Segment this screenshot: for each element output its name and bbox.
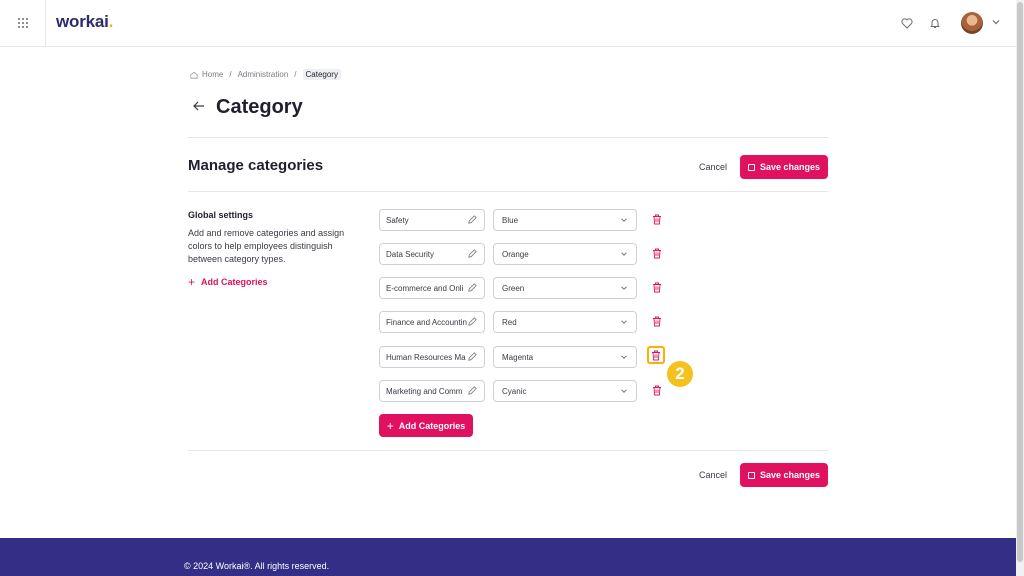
- avatar[interactable]: [961, 12, 983, 34]
- plus-icon: +: [188, 275, 196, 289]
- breadcrumb: Home / Administration / Category: [190, 69, 341, 80]
- color-select[interactable]: Green: [493, 277, 637, 299]
- page-title: Category: [216, 96, 303, 118]
- delete-category-button-highlighted[interactable]: [647, 346, 665, 364]
- add-categories-link[interactable]: + Add Categories: [188, 275, 268, 289]
- cancel-button[interactable]: Cancel: [699, 162, 727, 172]
- breadcrumb-separator: /: [229, 70, 232, 79]
- color-select[interactable]: Orange: [493, 243, 637, 265]
- trash-icon: [653, 282, 661, 292]
- pencil-icon[interactable]: [467, 316, 478, 327]
- save-icon: [747, 163, 755, 171]
- trash-icon: [653, 248, 661, 258]
- back-arrow-icon[interactable]: [192, 99, 206, 113]
- category-row: Human Resources Ma Magenta: [379, 346, 679, 368]
- top-bar: workai.: [0, 0, 1016, 47]
- workai-logo[interactable]: workai.: [56, 12, 113, 32]
- color-select[interactable]: Magenta: [493, 346, 637, 368]
- notifications-button[interactable]: [927, 15, 943, 31]
- save-changes-button-bottom[interactable]: Save changes: [740, 463, 828, 487]
- save-changes-button[interactable]: Save changes: [740, 155, 828, 179]
- scrollbar-thumb[interactable]: [1017, 2, 1023, 562]
- breadcrumb-home[interactable]: Home: [202, 70, 223, 79]
- add-categories-button-label: Add Categories: [398, 420, 466, 431]
- add-categories-link-label: Add Categories: [201, 277, 268, 287]
- chevron-down-icon: [621, 252, 627, 256]
- chevron-down-icon: [621, 218, 627, 222]
- heart-icon: [901, 17, 913, 28]
- chevron-down-icon: [621, 389, 627, 393]
- trash-icon: [653, 214, 661, 224]
- cancel-button-bottom[interactable]: Cancel: [699, 470, 727, 480]
- global-settings-description: Add and remove categories and assign col…: [188, 228, 345, 264]
- chevron-down-icon: [621, 355, 627, 359]
- apps-grid-icon: [17, 18, 28, 28]
- trash-icon: [653, 316, 661, 326]
- category-row: Data Security Orange: [379, 243, 679, 265]
- breadcrumb-separator: /: [294, 70, 297, 79]
- chevron-down-icon: [621, 320, 627, 324]
- global-settings-title: Global settings: [188, 210, 254, 220]
- trash-icon: [652, 350, 660, 360]
- divider: [188, 450, 828, 451]
- favorites-button[interactable]: [899, 15, 915, 31]
- plus-icon: +: [386, 418, 394, 433]
- category-row: Safety Blue: [379, 209, 679, 231]
- breadcrumb-current: Category: [302, 69, 341, 80]
- save-icon: [747, 471, 755, 479]
- copyright-text: © 2024 Workai®. All rights reserved.: [184, 561, 330, 571]
- delete-category-button[interactable]: [650, 383, 664, 397]
- delete-category-button[interactable]: [650, 280, 664, 294]
- delete-category-button[interactable]: [650, 246, 664, 260]
- pencil-icon[interactable]: [467, 351, 478, 362]
- color-select[interactable]: Blue: [493, 209, 637, 231]
- page-scrollbar[interactable]: [1016, 0, 1024, 576]
- home-icon: [190, 71, 198, 79]
- chevron-down-icon: [621, 286, 627, 290]
- category-row: E-commerce and Onli Green: [379, 277, 679, 299]
- breadcrumb-administration[interactable]: Administration: [238, 70, 289, 79]
- chevron-down-icon[interactable]: [991, 17, 1001, 27]
- delete-category-button[interactable]: [650, 212, 664, 226]
- pencil-icon[interactable]: [467, 282, 478, 293]
- pencil-icon[interactable]: [467, 385, 478, 396]
- step-number-badge: 2: [667, 361, 693, 387]
- color-select[interactable]: Cyanic: [493, 380, 637, 402]
- color-select[interactable]: Red: [493, 311, 637, 333]
- add-categories-button[interactable]: + Add Categories: [379, 414, 473, 437]
- save-button-label: Save changes: [759, 470, 821, 480]
- divider: [188, 191, 828, 192]
- bell-icon: [930, 19, 940, 28]
- delete-category-button[interactable]: [650, 314, 664, 328]
- footer: © 2024 Workai®. All rights reserved.: [0, 538, 1016, 576]
- pencil-icon[interactable]: [467, 248, 478, 259]
- save-button-label: Save changes: [759, 162, 821, 172]
- pencil-icon[interactable]: [467, 214, 478, 225]
- trash-icon: [653, 385, 661, 395]
- section-title: Manage categories: [188, 157, 324, 174]
- category-row: Marketing and Comm Cyanic: [379, 380, 679, 402]
- apps-grid-button[interactable]: [0, 0, 46, 46]
- divider: [188, 137, 828, 138]
- category-row: Finance and Accountin Red: [379, 311, 679, 333]
